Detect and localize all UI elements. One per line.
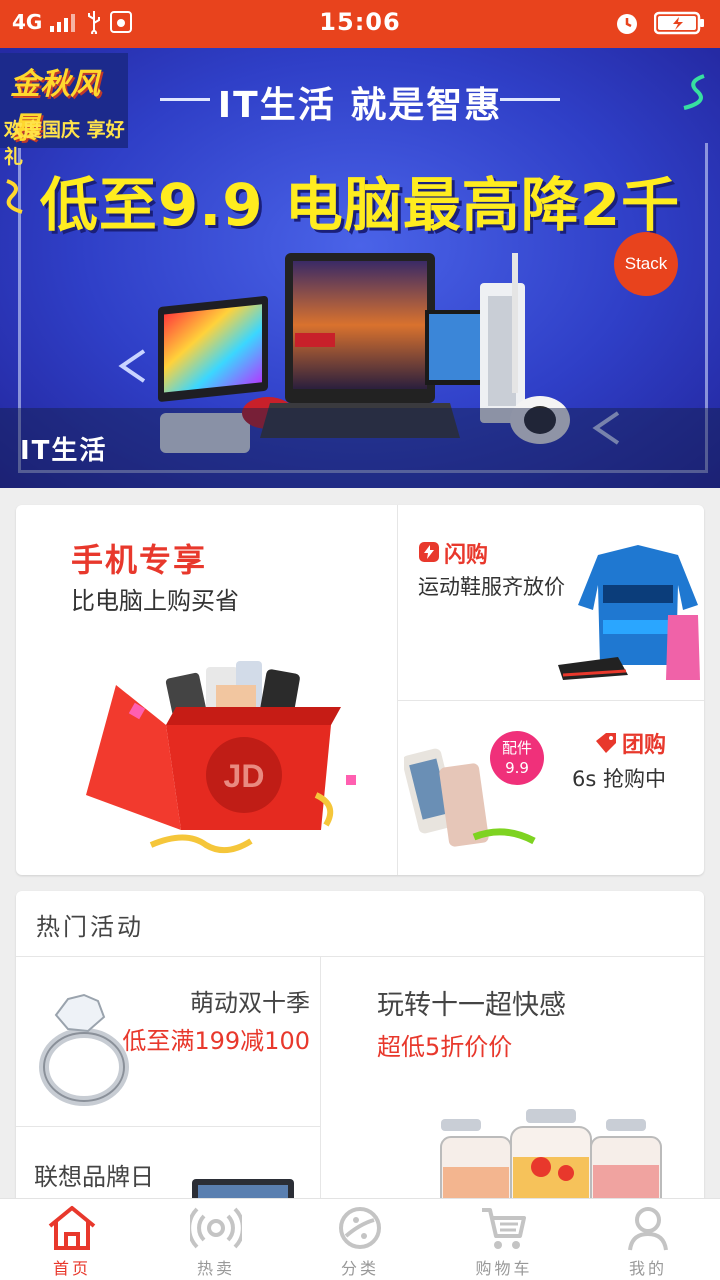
status-time: 15:06 xyxy=(319,8,401,36)
flash-icon xyxy=(419,542,439,562)
alarm-icon xyxy=(617,14,637,34)
group-buy-tile[interactable]: 团购 6s 抢购中 配件 9.9 xyxy=(398,701,704,875)
tab-home-label: 首页 xyxy=(52,1259,91,1278)
broadcast-icon xyxy=(190,1207,242,1249)
battery-icon xyxy=(654,11,704,35)
banner-caption-text: IT生活 xyxy=(20,436,108,466)
tab-profile[interactable]: 我的 xyxy=(576,1199,720,1280)
promo-grid-card: 手机专享 比电脑上购买省 JD 闪购 运动鞋服齐放价 团购 6s 抢购中 配件 … xyxy=(16,505,704,875)
planet-icon xyxy=(339,1207,381,1249)
tab-hot-sale[interactable]: 热卖 xyxy=(144,1199,288,1280)
status-right xyxy=(614,10,706,36)
bottom-tab-bar: 首页 热卖 分类 购物车 我的 xyxy=(0,1198,720,1280)
flash-sale-subtitle: 运动鞋服齐放价 xyxy=(418,575,565,599)
activity-subtitle: 低至满199减100 xyxy=(122,1027,310,1055)
promo-banner[interactable]: 金秋风暴 欢度国庆 享好礼 IT生活 就是智惠 低至9.9 电脑最高降2千 St… xyxy=(0,48,720,488)
glass-kettles-image xyxy=(440,1109,662,1211)
activity-title: 联想品牌日 xyxy=(34,1163,154,1191)
iphone-image xyxy=(404,748,536,847)
status-bar: 4G 15:06 xyxy=(0,0,720,48)
hot-activities-title: 热门活动 xyxy=(36,913,144,941)
user-icon xyxy=(628,1207,668,1251)
phone-exclusive-tile[interactable]: 手机专享 比电脑上购买省 JD xyxy=(16,505,398,875)
banner-headline: 低至9.9 电脑最高降2千 xyxy=(39,171,681,239)
tab-hot-sale-label: 热卖 xyxy=(196,1259,235,1278)
diamond-ring-image xyxy=(39,993,129,1106)
group-buy-subtitle: 6s 抢购中 xyxy=(572,767,666,791)
decor-triangle-left xyxy=(118,349,146,383)
banner-caption: IT生活 xyxy=(0,408,720,488)
home-icon xyxy=(48,1206,96,1250)
tag-icon xyxy=(596,733,616,753)
gift-box-image: JD xyxy=(86,661,356,854)
hot-activities-card: 热门活动 萌动双十季 低至满199减100 联想品牌日 玩转十一超快感 超低5折… xyxy=(16,891,704,1211)
tab-cart[interactable]: 购物车 xyxy=(432,1199,576,1280)
tab-categories-label: 分类 xyxy=(340,1259,379,1278)
hot-activities-header: 热门活动 xyxy=(16,891,704,957)
stack-badge[interactable]: Stack xyxy=(614,232,678,296)
activity-tile-rings[interactable]: 萌动双十季 低至满199减100 xyxy=(16,957,321,1127)
activity-tile-kettles[interactable]: 玩转十一超快感 超低5折价价 xyxy=(321,957,704,1211)
cart-icon xyxy=(482,1208,526,1249)
tab-categories[interactable]: 分类 xyxy=(288,1199,432,1280)
group-buy-title: 团购 xyxy=(622,733,667,758)
activity-title: 萌动双十季 xyxy=(190,989,310,1017)
tab-profile-label: 我的 xyxy=(628,1259,667,1278)
phone-exclusive-subtitle: 比电脑上购买省 xyxy=(71,587,239,615)
banner-slogan: IT生活 就是智惠 xyxy=(217,85,503,126)
tab-cart-label: 购物车 xyxy=(475,1259,533,1278)
activity-title: 玩转十一超快感 xyxy=(377,990,566,1021)
flash-sale-title: 闪购 xyxy=(444,543,489,568)
slogan-divider-right xyxy=(500,98,560,101)
activity-subtitle: 超低5折价价 xyxy=(377,1033,513,1061)
flash-sale-tile[interactable]: 闪购 运动鞋服齐放价 xyxy=(398,505,704,701)
sportswear-image xyxy=(558,545,700,680)
tab-home[interactable]: 首页 xyxy=(0,1199,144,1280)
phone-exclusive-title: 手机专享 xyxy=(71,541,208,579)
jd-logo-text: JD xyxy=(224,758,265,794)
